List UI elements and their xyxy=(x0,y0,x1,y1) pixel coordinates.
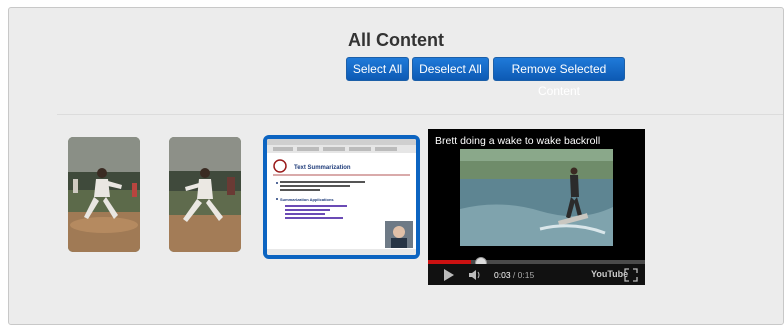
slide-preview-image: Text Summarization Summarization Applica… xyxy=(267,139,416,255)
pitcher-photo-image xyxy=(68,137,140,252)
volume-icon[interactable] xyxy=(468,268,482,282)
divider xyxy=(57,114,783,115)
content-item-photo-1[interactable] xyxy=(68,137,140,252)
content-item-slide-selected[interactable]: Text Summarization Summarization Applica… xyxy=(263,135,420,259)
video-title: Brett doing a wake to wake backroll xyxy=(435,135,601,147)
content-item-video[interactable]: Brett doing a wake to wake backroll 0:03… xyxy=(428,129,645,285)
deselect-all-button[interactable]: Deselect All xyxy=(412,57,489,81)
remove-selected-content-button[interactable]: Remove Selected Content xyxy=(493,57,625,98)
youtube-logo-icon[interactable]: YouTube xyxy=(591,269,628,279)
content-item-photo-2[interactable] xyxy=(169,137,241,252)
page-title: All Content xyxy=(348,30,444,50)
video-duration: 0:15 xyxy=(517,270,535,280)
pitcher-photo-image xyxy=(169,137,241,252)
video-current-time: 0:03 xyxy=(494,270,511,280)
slide-heading: Text Summarization xyxy=(294,165,351,171)
play-icon[interactable] xyxy=(442,268,456,282)
slide-subheading: Summarization Applications xyxy=(280,197,334,202)
video-time: 0:03 / 0:15 xyxy=(494,270,535,280)
select-all-button[interactable]: Select All xyxy=(346,57,409,81)
video-frame-image xyxy=(460,149,613,246)
